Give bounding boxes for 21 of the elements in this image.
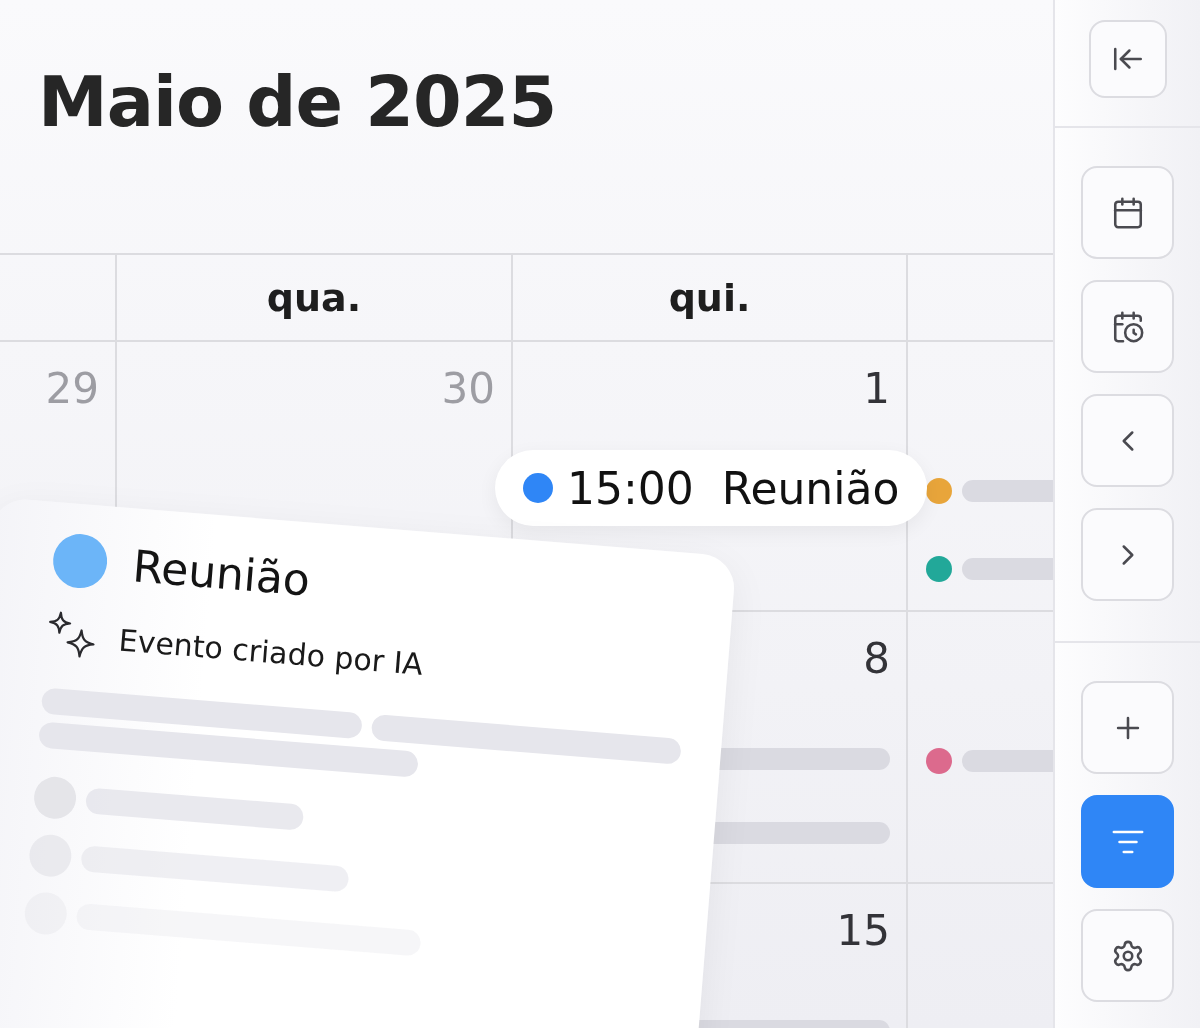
- day-number: 29: [45, 364, 99, 413]
- weekday-header: qui.: [513, 255, 908, 342]
- collapse-button[interactable]: [1088, 20, 1167, 98]
- day-number: 8: [863, 634, 890, 683]
- weekday-header: qua.: [117, 255, 513, 342]
- day-number: 1: [863, 364, 890, 413]
- event-tooltip[interactable]: 15:00 Reunião: [495, 450, 928, 526]
- event-title: Reunião: [721, 462, 900, 514]
- schedule-button[interactable]: [1081, 280, 1174, 373]
- month-title: Maio de 2025: [38, 60, 557, 143]
- settings-button[interactable]: [1081, 909, 1174, 1002]
- ai-note: Evento criado por IA: [117, 622, 425, 682]
- day-number: 15: [836, 906, 890, 955]
- calendar-button[interactable]: [1081, 166, 1174, 259]
- day-number: 30: [441, 364, 495, 413]
- event-card-title: Reunião: [130, 539, 312, 605]
- previous-button[interactable]: [1081, 394, 1174, 487]
- next-button[interactable]: [1081, 508, 1174, 601]
- filter-button[interactable]: [1081, 795, 1174, 888]
- event-time: 15:00: [567, 462, 694, 514]
- add-button[interactable]: [1081, 681, 1174, 774]
